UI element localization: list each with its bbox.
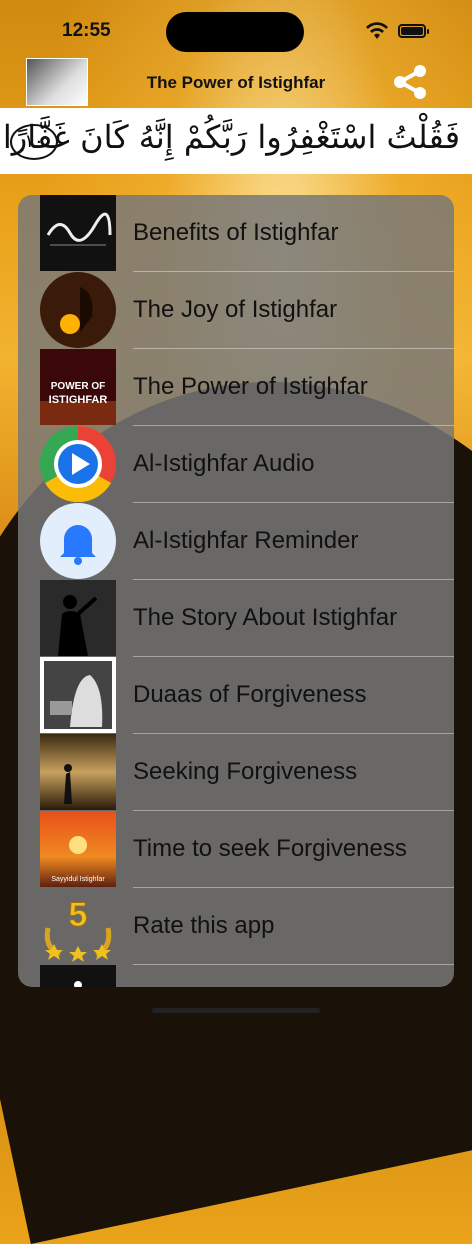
rating-number: 5 <box>69 896 88 934</box>
menu-item-rate[interactable]: 5 Rate this app <box>18 888 454 965</box>
sunset-thumb-text: Sayyidul Istighfar <box>51 876 105 883</box>
status-time: 12:55 <box>62 20 111 41</box>
story-thumbnail <box>40 580 116 656</box>
joy-thumbnail <box>40 272 116 348</box>
menu-item-seeking[interactable]: Seeking Forgiveness <box>18 734 454 811</box>
status-bar: 12:55 <box>0 0 472 60</box>
dynamic-island <box>166 12 304 52</box>
home-indicator <box>152 1008 320 1013</box>
ayah-number-badge: ١٠ <box>10 124 58 160</box>
menu-item-story[interactable]: The Story About Istighfar <box>18 580 454 657</box>
menu-item-label: The Story About Istighfar <box>133 604 398 631</box>
menu-item-audio[interactable]: Al-Istighfar Audio <box>18 426 454 503</box>
menu-item-label: Time to seek Forgiveness <box>133 835 407 862</box>
svg-text:ISTIGHFAR: ISTIGHFAR <box>49 394 108 406</box>
menu-item-label: Seeking Forgiveness <box>133 758 358 785</box>
calligraphy-thumbnail <box>40 195 116 271</box>
wifi-icon <box>366 22 388 39</box>
battery-icon <box>398 24 429 38</box>
menu-item-power[interactable]: POWER OF ISTIGHFAR The Power of Istighfa… <box>18 349 454 426</box>
partial-thumbnail <box>40 965 116 987</box>
play-icon <box>40 426 116 502</box>
quran-verse-banner: فَقُلْتُ اسْتَغْفِرُوا رَبَّكُمْ إِنَّهُ… <box>0 108 472 174</box>
menu-item-label: The Power of Istighfar <box>133 373 368 400</box>
menu-item-duaas[interactable]: Duaas of Forgiveness <box>18 657 454 734</box>
power-thumb-text: POWER OF <box>51 381 105 392</box>
bell-icon <box>40 503 116 579</box>
duaas-thumbnail <box>40 657 116 733</box>
menu-item-reminder[interactable]: Al-Istighfar Reminder <box>18 503 454 580</box>
menu-item-time[interactable]: Sayyidul Istighfar Time to seek Forgiven… <box>18 811 454 888</box>
menu-item-partial[interactable] <box>18 965 454 987</box>
sunset-thumbnail: Sayyidul Istighfar <box>40 811 116 887</box>
menu-item-label: Al-Istighfar Audio <box>133 450 315 477</box>
power-thumbnail: POWER OF ISTIGHFAR <box>40 349 116 425</box>
menu-item-label: The Joy of Istighfar <box>133 296 338 323</box>
share-icon[interactable] <box>390 62 430 102</box>
seeking-thumbnail <box>40 734 116 810</box>
star-icon: 5 <box>44 896 112 962</box>
menu-item-label: Duaas of Forgiveness <box>133 681 367 708</box>
menu-item-joy[interactable]: The Joy of Istighfar <box>18 272 454 349</box>
menu-item-label: Rate this app <box>133 912 275 939</box>
menu-item-benefits[interactable]: Benefits of Istighfar <box>18 195 454 272</box>
verse-text: فَقُلْتُ اسْتَغْفِرُوا رَبَّكُمْ إِنَّهُ… <box>2 118 460 156</box>
nav-bar: The Power of Istighfar <box>0 58 472 108</box>
menu-item-label: Al-Istighfar Reminder <box>133 527 359 554</box>
menu-list[interactable]: Benefits of Istighfar The Joy of Istighf… <box>18 195 454 987</box>
menu-item-label: Benefits of Istighfar <box>133 219 339 246</box>
